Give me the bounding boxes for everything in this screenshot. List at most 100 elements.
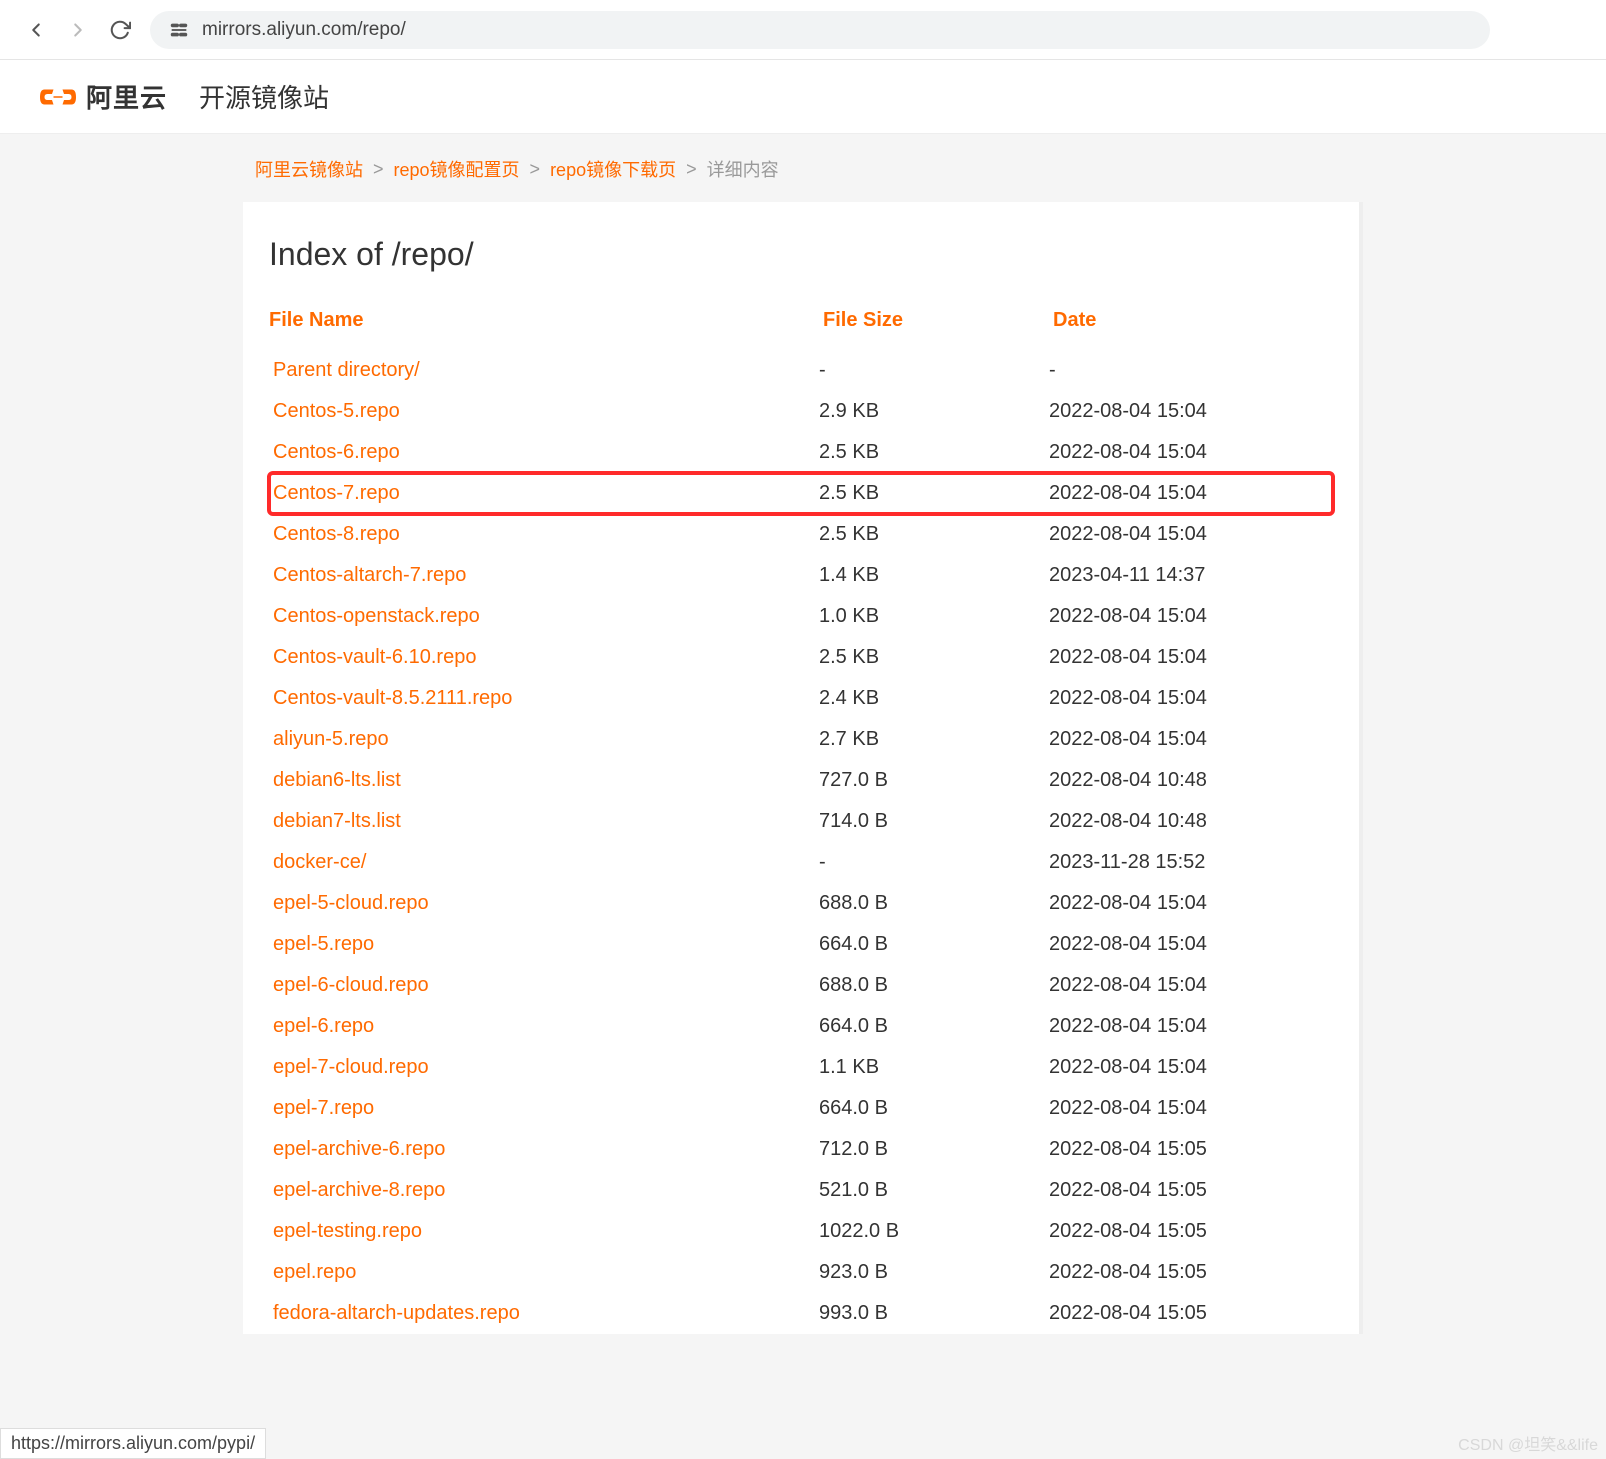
breadcrumb-link[interactable]: repo镜像下载页 xyxy=(550,156,676,182)
table-row: epel.repo923.0 B2022-08-04 15:05 xyxy=(269,1252,1333,1293)
file-size: 2.7 KB xyxy=(819,728,1049,751)
file-size: 1.4 KB xyxy=(819,564,1049,587)
file-size: 664.0 B xyxy=(819,933,1049,956)
table-row: fedora-altarch-updates.repo 993.0 B2022-0… xyxy=(269,1293,1333,1334)
file-link[interactable]: debian6-lts.list xyxy=(273,769,401,791)
file-date: 2022-08-04 15:04 xyxy=(1049,728,1329,751)
address-bar[interactable]: mirrors.aliyun.com/repo/ xyxy=(150,11,1490,49)
table-row: debian6-lts.list 727.0 B2022-08-04 10:48 xyxy=(269,760,1333,801)
brand-logo[interactable]: 阿里云 xyxy=(40,78,167,115)
file-date: 2022-08-04 15:04 xyxy=(1049,933,1329,956)
file-date: 2023-04-11 14:37 xyxy=(1049,564,1329,587)
file-size: 1.1 KB xyxy=(819,1056,1049,1079)
breadcrumb-current: 详细内容 xyxy=(707,156,779,182)
table-row: epel-7.repo664.0 B2022-08-04 15:04 xyxy=(269,1088,1333,1129)
file-date: 2022-08-04 10:48 xyxy=(1049,810,1329,833)
page-title: Index of /repo/ xyxy=(269,236,1333,273)
file-date: 2022-08-04 15:05 xyxy=(1049,1179,1329,1202)
file-size: 2.5 KB xyxy=(819,441,1049,464)
file-link[interactable]: Centos-vault-8.5.2111.repo xyxy=(273,687,512,709)
file-date: 2022-08-04 15:04 xyxy=(1049,687,1329,710)
alibaba-cloud-icon xyxy=(40,79,76,115)
header-subtitle: 开源镜像站 xyxy=(199,78,329,115)
file-link[interactable]: docker-ce/ xyxy=(273,851,366,873)
file-size: 688.0 B xyxy=(819,974,1049,997)
file-link[interactable]: Parent directory/ xyxy=(273,359,420,381)
file-date: 2022-08-04 15:05 xyxy=(1049,1261,1329,1284)
file-size: 727.0 B xyxy=(819,769,1049,792)
brand-name: 阿里云 xyxy=(86,78,167,115)
file-size: 1.0 KB xyxy=(819,605,1049,628)
file-date: 2022-08-04 15:04 xyxy=(1049,523,1329,546)
file-link[interactable]: epel-7.repo xyxy=(273,1097,374,1119)
browser-toolbar: mirrors.aliyun.com/repo/ xyxy=(0,0,1606,60)
file-size: 993.0 B xyxy=(819,1302,1049,1325)
file-link[interactable]: aliyun-5.repo xyxy=(273,728,389,750)
table-row: epel-5-cloud.repo 688.0 B2022-08-04 15:04 xyxy=(269,883,1333,924)
table-row: Parent directory/-- xyxy=(269,350,1333,391)
file-date: 2022-08-04 15:04 xyxy=(1049,892,1329,915)
file-date: 2022-08-04 15:05 xyxy=(1049,1220,1329,1243)
file-link[interactable]: epel-5-cloud.repo xyxy=(273,892,429,914)
site-settings-icon[interactable] xyxy=(168,19,190,41)
file-size: - xyxy=(819,851,1049,874)
file-date: 2022-08-04 15:04 xyxy=(1049,441,1329,464)
file-link[interactable]: Centos-7.repo xyxy=(273,482,400,504)
file-date: 2022-08-04 15:05 xyxy=(1049,1302,1329,1325)
site-header: 阿里云 开源镜像站 xyxy=(0,60,1606,134)
file-size: 2.5 KB xyxy=(819,646,1049,669)
file-date: 2022-08-04 15:04 xyxy=(1049,646,1329,669)
table-row: Centos-altarch-7.repo 1.4 KB2023-04-11 14… xyxy=(269,555,1333,596)
table-row: aliyun-5.repo 2.7 KB2022-08-04 15:04 xyxy=(269,719,1333,760)
file-date: 2022-08-04 15:04 xyxy=(1049,1097,1329,1120)
file-size: 664.0 B xyxy=(819,1015,1049,1038)
file-date: 2022-08-04 15:05 xyxy=(1049,1138,1329,1161)
file-size: 714.0 B xyxy=(819,810,1049,833)
file-link[interactable]: epel-archive-8.repo xyxy=(273,1179,445,1201)
breadcrumb: 阿里云镜像站>repo镜像配置页>repo镜像下载页>详细内容 xyxy=(243,156,1363,182)
file-size: 688.0 B xyxy=(819,892,1049,915)
file-link[interactable]: debian7-lts.list xyxy=(273,810,401,832)
file-link[interactable]: epel-archive-6.repo xyxy=(273,1138,445,1160)
file-link[interactable]: Centos-6.repo xyxy=(273,441,400,463)
file-link[interactable]: Centos-vault-6.10.repo xyxy=(273,646,476,668)
col-name: File Name xyxy=(269,309,823,332)
table-row: Centos-8.repo2.5 KB2022-08-04 15:04 xyxy=(269,514,1333,555)
file-size: 2.9 KB xyxy=(819,400,1049,423)
directory-panel: Index of /repo/ File Name File Size Date… xyxy=(243,202,1363,1334)
table-row: epel-6.repo664.0 B2022-08-04 15:04 xyxy=(269,1006,1333,1047)
back-button[interactable] xyxy=(24,18,48,42)
table-row: epel-archive-6.repo 712.0 B2022-08-04 15:… xyxy=(269,1129,1333,1170)
file-link[interactable]: epel-testing.repo xyxy=(273,1220,422,1242)
file-size: 521.0 B xyxy=(819,1179,1049,1202)
table-row: Centos-vault-8.5.2111.repo 2.4 KB2022-08-… xyxy=(269,678,1333,719)
file-link[interactable]: Centos-5.repo xyxy=(273,400,400,422)
file-link[interactable]: fedora-altarch-updates.repo xyxy=(273,1302,520,1324)
file-link[interactable]: epel.repo xyxy=(273,1261,356,1283)
file-link[interactable]: Centos-openstack.repo xyxy=(273,605,480,627)
url-text: mirrors.aliyun.com/repo/ xyxy=(202,19,406,41)
table-row: Centos-7.repo2.5 KB2022-08-04 15:04 xyxy=(269,473,1333,514)
file-table: File Name File Size Date Parent director… xyxy=(269,301,1333,1334)
forward-button[interactable] xyxy=(66,18,90,42)
table-row: epel-testing.repo1022.0 B2022-08-04 15:0… xyxy=(269,1211,1333,1252)
file-link[interactable]: epel-6-cloud.repo xyxy=(273,974,429,996)
table-row: debian7-lts.list 714.0 B2022-08-04 10:48 xyxy=(269,801,1333,842)
file-link[interactable]: epel-6.repo xyxy=(273,1015,374,1037)
file-size: 712.0 B xyxy=(819,1138,1049,1161)
file-link[interactable]: epel-5.repo xyxy=(273,933,374,955)
file-date: 2022-08-04 10:48 xyxy=(1049,769,1329,792)
breadcrumb-link[interactable]: 阿里云镜像站 xyxy=(255,156,363,182)
table-row: Centos-openstack.repo1.0 KB2022-08-04 15… xyxy=(269,596,1333,637)
file-link[interactable]: epel-7-cloud.repo xyxy=(273,1056,429,1078)
file-link[interactable]: Centos-altarch-7.repo xyxy=(273,564,466,586)
table-row: Centos-5.repo2.9 KB2022-08-04 15:04 xyxy=(269,391,1333,432)
file-size: 2.4 KB xyxy=(819,687,1049,710)
breadcrumb-link[interactable]: repo镜像配置页 xyxy=(394,156,520,182)
file-link[interactable]: Centos-8.repo xyxy=(273,523,400,545)
file-size: - xyxy=(819,359,1049,382)
table-row: epel-6-cloud.repo688.0 B2022-08-04 15:04 xyxy=(269,965,1333,1006)
status-bar: https://mirrors.aliyun.com/pypi/ xyxy=(0,1428,266,1459)
reload-button[interactable] xyxy=(108,18,132,42)
breadcrumb-separator: > xyxy=(686,159,697,180)
